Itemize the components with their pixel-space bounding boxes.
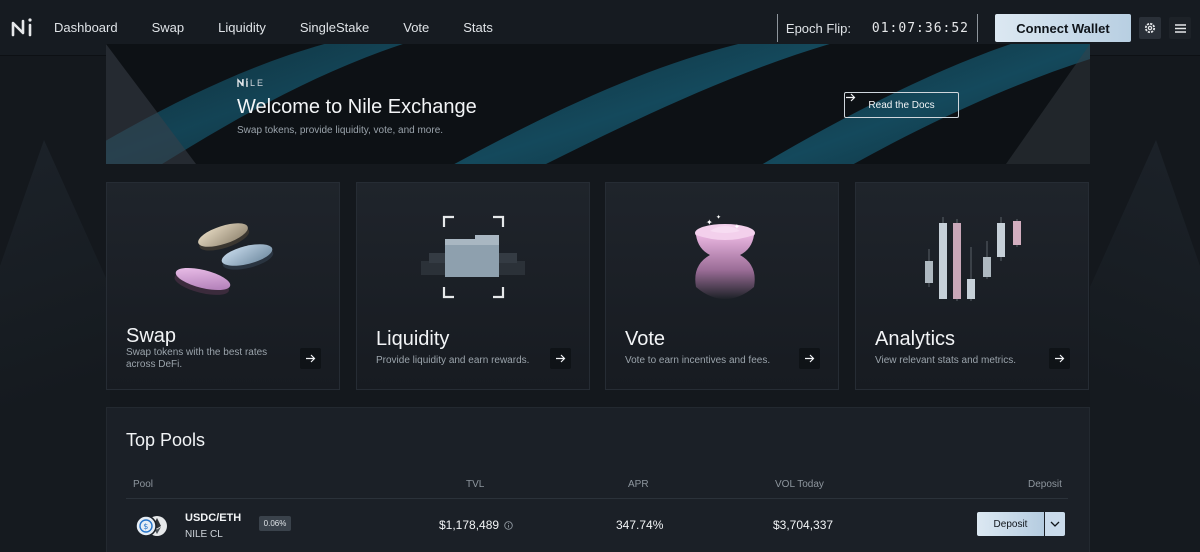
vote-card-description: Vote to earn incentives and fees. (625, 355, 771, 366)
analytics-card-title: Analytics (875, 328, 956, 350)
analytics-card[interactable]: Analytics View relevant stats and metric… (855, 182, 1089, 390)
read-the-docs-label: Read the Docs (868, 99, 935, 111)
epoch-flip-label: Epoch Flip: (785, 20, 851, 36)
nav-link-stats[interactable]: Stats (463, 20, 493, 35)
swap-card-title: Swap (126, 325, 177, 347)
background-decoration-left (0, 140, 110, 552)
read-the-docs-button[interactable]: Read the Docs (844, 92, 959, 118)
arrow-right-icon[interactable] (1049, 348, 1070, 369)
vol-today-value: $3,704,337 (773, 518, 834, 532)
nav-link-liquidity[interactable]: Liquidity (218, 20, 266, 35)
tvl-value: $1,178,489 (439, 518, 514, 532)
top-pools-title: Top Pools (126, 430, 206, 450)
pool-pair-name[interactable]: USDC/ETH (185, 512, 241, 524)
swap-card[interactable]: Swap Swap tokens with the best rates acr… (106, 182, 340, 390)
brand-lockup: NILE (237, 78, 477, 88)
banner-subtitle: Swap tokens, provide liquidity, vote, an… (237, 125, 444, 136)
liquidity-card-description: Provide liquidity and earn rewards. (376, 355, 530, 366)
fee-tier-badge: 0.06% (259, 516, 291, 531)
divider (977, 14, 978, 42)
svg-text:✦: ✦ (716, 214, 721, 221)
banner-title: Welcome to Nile Exchange (237, 96, 477, 118)
arrow-right-icon[interactable] (799, 348, 820, 369)
pool-type: NILE CL (185, 529, 223, 540)
nav-link-singlestake[interactable]: SingleStake (300, 20, 369, 35)
nav-link-vote[interactable]: Vote (403, 20, 429, 35)
svg-text:✦: ✦ (734, 223, 740, 231)
top-pools-panel: Top Pools Pool TVL APR VOL Today Deposit… (106, 407, 1090, 552)
apr-value: 347.74% (616, 518, 664, 532)
liquidity-illustration (421, 215, 525, 299)
liquidity-card-title: Liquidity (376, 328, 450, 350)
welcome-banner: NILE Welcome to Nile Exchange Swap token… (106, 44, 1090, 164)
tvl-amount: $1,178,489 (439, 518, 500, 532)
nile-mark-icon (237, 78, 248, 87)
deposit-button[interactable]: Deposit (977, 512, 1044, 536)
arrow-right-icon (846, 93, 856, 102)
nav-link-swap[interactable]: Swap (152, 20, 185, 35)
liquidity-card[interactable]: Liquidity Provide liquidity and earn rew… (356, 182, 590, 390)
swap-card-description: Swap tokens with the best rates across D… (126, 347, 268, 370)
arrow-right-icon[interactable] (550, 348, 571, 369)
vote-card-title: Vote (625, 328, 666, 350)
svg-text:$: $ (143, 522, 148, 531)
column-header-tvl: TVL (466, 479, 485, 490)
nile-logo-icon[interactable] (10, 15, 36, 41)
connect-wallet-button[interactable]: Connect Wallet (995, 14, 1131, 42)
header-divider (126, 498, 1068, 499)
coins-illustration (174, 223, 274, 295)
analytics-card-description: View relevant stats and metrics. (875, 355, 1016, 366)
info-icon[interactable] (504, 521, 514, 531)
column-header-vol-today: VOL Today (775, 479, 824, 490)
usdc-eth-token-icons: $ (135, 515, 167, 537)
column-header-deposit: Deposit (1028, 479, 1062, 490)
svg-text:✦: ✦ (706, 218, 713, 227)
banner-text: NILE Welcome to Nile Exchange Swap token… (237, 78, 477, 136)
divider (776, 14, 778, 42)
column-header-pool: Pool (133, 479, 154, 490)
epoch-flip-countdown: 01:07:36:52 (871, 20, 969, 36)
vote-card[interactable]: ✦ ✦ ✦ Vote Vote to earn incentives and f… (605, 182, 839, 390)
hamburger-menu-icon[interactable] (1169, 17, 1191, 39)
arrow-right-icon[interactable] (300, 348, 321, 369)
nav-link-dashboard[interactable]: Dashboard (54, 20, 118, 35)
deposit-dropdown-chevron-down-icon[interactable] (1045, 512, 1065, 536)
ballot-urn-illustration: ✦ ✦ ✦ (695, 214, 755, 299)
background-decoration-right (1090, 140, 1200, 552)
settings-gear-icon[interactable] (1139, 17, 1161, 39)
candlestick-chart-illustration (925, 217, 1021, 301)
column-header-apr: APR (628, 479, 649, 490)
